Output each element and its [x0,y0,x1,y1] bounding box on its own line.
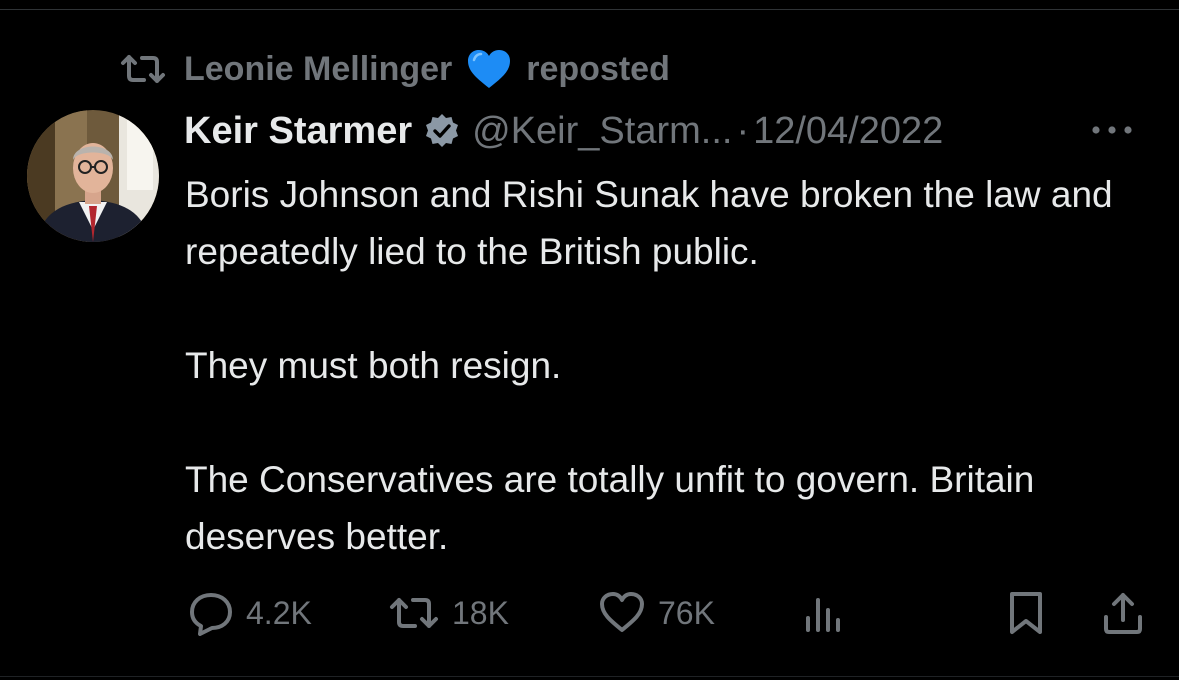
reply-icon [190,593,232,636]
tweet-paragraph: Boris Johnson and Rishi Sunak have broke… [185,174,1113,272]
verified-badge-icon[interactable] [424,113,460,149]
tweet-paragraph: They must both resign. [185,345,562,386]
tweet-text: Boris Johnson and Rishi Sunak have broke… [185,166,1165,565]
tweet-paragraph: The Conservatives are totally unfit to g… [185,459,1035,557]
more-options-icon[interactable] [1088,120,1136,140]
author-name[interactable]: Keir Starmer [184,110,412,153]
separator-dot: · [736,109,750,152]
repost-context[interactable]: Leonie Mellinger reposted [120,46,670,92]
share-button[interactable] [1100,590,1146,636]
bookmark-icon [1010,592,1042,634]
avatar[interactable] [27,110,159,242]
repost-icon [121,55,165,83]
like-button[interactable]: 76K [598,590,715,636]
top-divider [0,9,1179,10]
like-count: 76K [658,594,715,631]
tweet-date[interactable]: 12/04/2022 [753,110,943,153]
bottom-divider [0,676,1179,677]
analytics-icon [806,598,840,632]
author-handle[interactable]: @Keir_Starm... [472,110,732,153]
heart-icon [600,592,644,632]
tweet-header: Keir Starmer @Keir_Starm... · 12/04/2022 [184,106,1154,156]
avatar-image [27,110,159,242]
repost-button[interactable]: 18K [388,590,509,636]
bookmark-button[interactable] [1006,590,1046,636]
reply-button[interactable]: 4.2K [188,590,312,636]
share-icon [1104,593,1142,634]
repost-icon [390,598,438,628]
views-button[interactable] [800,590,846,636]
repost-user-name[interactable]: Leonie Mellinger [184,50,452,89]
blue-heart-emoji-icon [468,50,511,88]
repost-label: reposted [526,49,670,88]
reply-count: 4.2K [246,594,312,631]
repost-count: 18K [452,594,509,631]
